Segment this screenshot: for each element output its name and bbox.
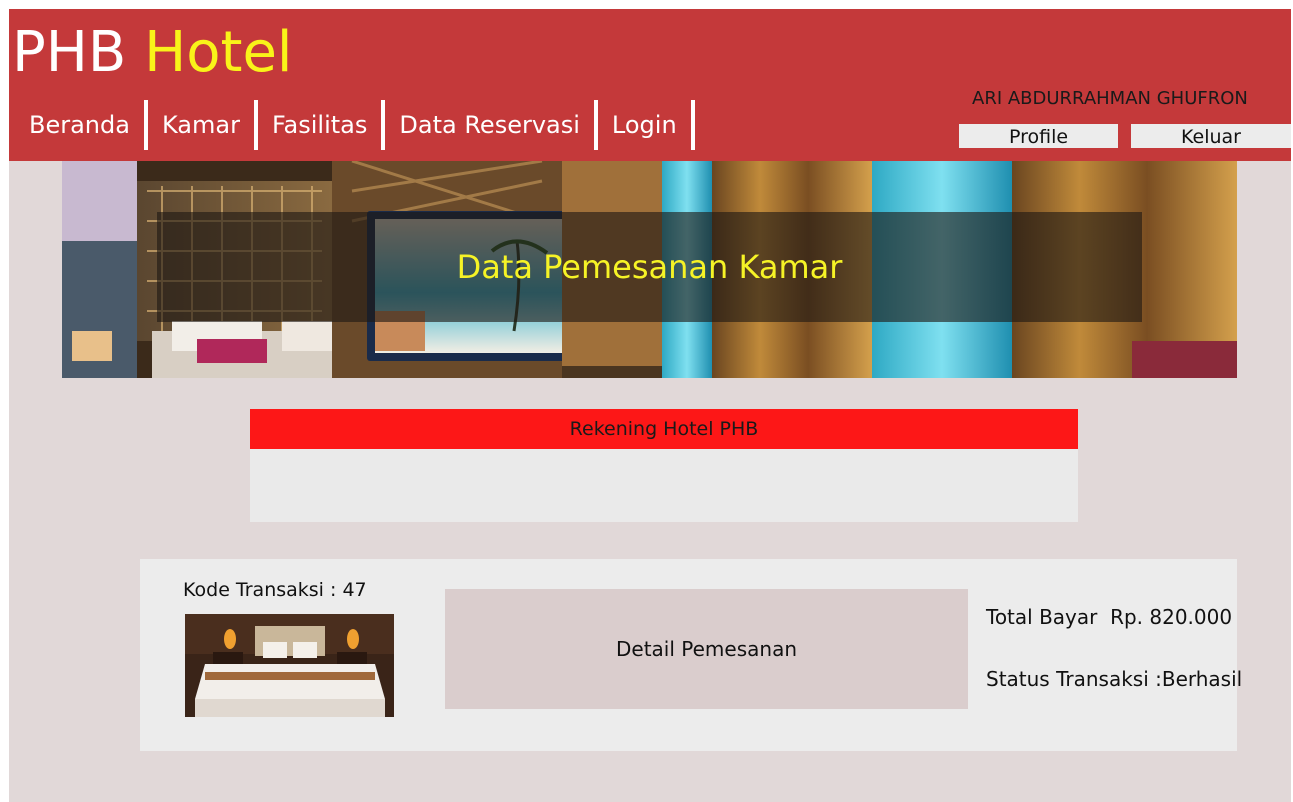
room-thumbnail bbox=[185, 614, 394, 717]
transaction-card: Kode Transaksi : 47 Detail Pemesanan Tot… bbox=[140, 559, 1242, 751]
profile-button[interactable]: Profile bbox=[959, 124, 1118, 148]
nav-divider bbox=[381, 100, 386, 150]
transaction-code: Kode Transaksi : 47 bbox=[183, 579, 367, 601]
nav-beranda[interactable]: Beranda bbox=[21, 103, 138, 147]
nav-divider bbox=[690, 100, 695, 150]
nav-login[interactable]: Login bbox=[604, 103, 685, 147]
nav-divider bbox=[143, 100, 148, 150]
nav-data-reservasi[interactable]: Data Reservasi bbox=[391, 103, 588, 147]
total-bayar: Total Bayar Rp. 820.000 bbox=[986, 605, 1233, 629]
nav-kamar[interactable]: Kamar bbox=[154, 103, 248, 147]
rekening-body bbox=[250, 449, 1078, 522]
main-nav: Beranda Kamar Fasilitas Data Reservasi L… bbox=[21, 99, 701, 151]
logout-button[interactable]: Keluar bbox=[1131, 124, 1291, 148]
brand-logo[interactable]: PHB Hotel bbox=[12, 17, 292, 89]
site-header: PHB Hotel Beranda Kamar Fasilitas Data R… bbox=[9, 9, 1291, 161]
rekening-header: Rekening Hotel PHB bbox=[250, 409, 1078, 449]
status-transaksi: Status Transaksi :Berhasil bbox=[986, 667, 1243, 691]
page-title: Data Pemesanan Kamar bbox=[456, 248, 843, 286]
brand-accent: Hotel bbox=[144, 20, 293, 85]
user-name: ARI ABDURRAHMAN GHUFRON bbox=[972, 88, 1248, 109]
page-frame: PHB Hotel Beranda Kamar Fasilitas Data R… bbox=[9, 9, 1291, 802]
nav-divider bbox=[593, 100, 598, 150]
nav-divider bbox=[253, 100, 258, 150]
brand-main: PHB bbox=[12, 20, 127, 85]
hero-banner: Data Pemesanan Kamar bbox=[62, 161, 1237, 378]
nav-fasilitas[interactable]: Fasilitas bbox=[264, 103, 375, 147]
detail-pemesanan-button[interactable]: Detail Pemesanan bbox=[445, 589, 968, 709]
